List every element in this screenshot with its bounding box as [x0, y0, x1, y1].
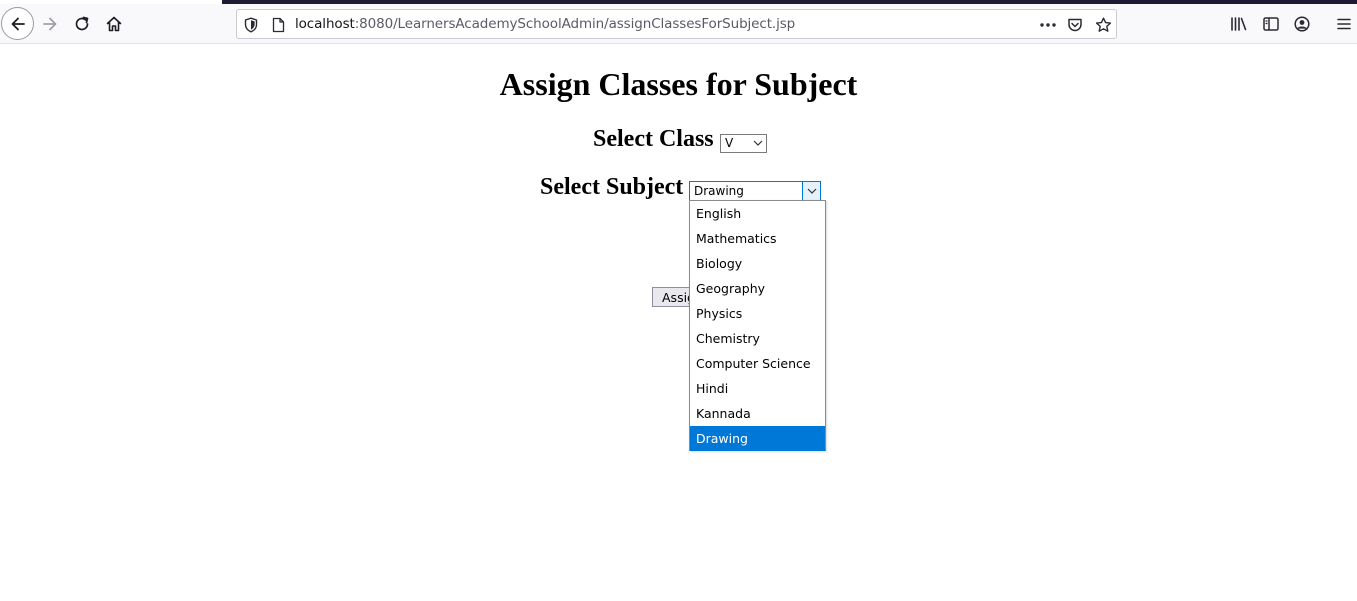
- forward-button[interactable]: [34, 8, 66, 40]
- subject-option[interactable]: Kannada: [690, 401, 825, 426]
- bookmark-star-icon: [1095, 17, 1111, 32]
- pocket-button[interactable]: [1065, 16, 1085, 34]
- more-actions-icon: [1040, 23, 1056, 27]
- subject-select[interactable]: Drawing: [689, 181, 821, 201]
- select-subject-label: Select Subject: [540, 174, 684, 200]
- bookmark-button[interactable]: [1093, 16, 1113, 34]
- menu-button[interactable]: [1332, 12, 1356, 36]
- subject-option[interactable]: Mathematics: [690, 226, 825, 251]
- sidebar-icon: [1263, 17, 1279, 31]
- subject-dropdown-toggle[interactable]: [802, 182, 820, 200]
- account-button[interactable]: [1290, 12, 1314, 36]
- subject-option[interactable]: English: [690, 201, 825, 226]
- url-host: localhost: [295, 16, 355, 32]
- subject-option[interactable]: Computer Science: [690, 351, 825, 376]
- back-button[interactable]: [1, 7, 34, 40]
- url-bar[interactable]: localhost:8080/LearnersAcademySchoolAdmi…: [236, 9, 1117, 39]
- reload-button[interactable]: [66, 8, 98, 40]
- sidebar-button[interactable]: [1259, 12, 1283, 36]
- more-actions-button[interactable]: [1038, 16, 1058, 34]
- forward-arrow-icon: [43, 17, 57, 31]
- account-icon: [1294, 16, 1310, 32]
- reload-icon: [75, 16, 89, 31]
- home-button[interactable]: [98, 8, 130, 40]
- chevron-down-icon: [753, 140, 763, 146]
- subject-option[interactable]: Physics: [690, 301, 825, 326]
- back-arrow-icon: [11, 17, 25, 30]
- class-select-value: V: [725, 136, 734, 150]
- library-button[interactable]: [1227, 12, 1251, 36]
- shield-icon[interactable]: [244, 17, 258, 33]
- subject-option[interactable]: Hindi: [690, 376, 825, 401]
- subject-option[interactable]: Biology: [690, 251, 825, 276]
- subject-dropdown-list: English Mathematics Biology Geography Physic…: [689, 200, 826, 451]
- library-icon: [1231, 17, 1247, 31]
- subject-option[interactable]: Geography: [690, 276, 825, 301]
- page-title: Assign Classes for Subject: [499, 66, 858, 102]
- browser-toolbar: localhost:8080/LearnersAcademySchoolAdmi…: [0, 4, 1357, 44]
- home-icon: [106, 16, 122, 32]
- subject-select-value: Drawing: [694, 184, 744, 198]
- subject-option[interactable]: Drawing: [690, 426, 825, 451]
- url-text[interactable]: localhost:8080/LearnersAcademySchoolAdmi…: [295, 16, 795, 32]
- select-class-label: Select Class: [593, 126, 714, 152]
- pocket-icon: [1068, 18, 1082, 31]
- page-icon[interactable]: [272, 17, 285, 33]
- menu-icon: [1337, 18, 1351, 30]
- subject-option[interactable]: Chemistry: [690, 326, 825, 351]
- class-select[interactable]: V: [720, 134, 767, 153]
- chevron-down-icon: [807, 188, 816, 194]
- url-path: :8080/LearnersAcademySchoolAdmin/assignC…: [354, 16, 796, 32]
